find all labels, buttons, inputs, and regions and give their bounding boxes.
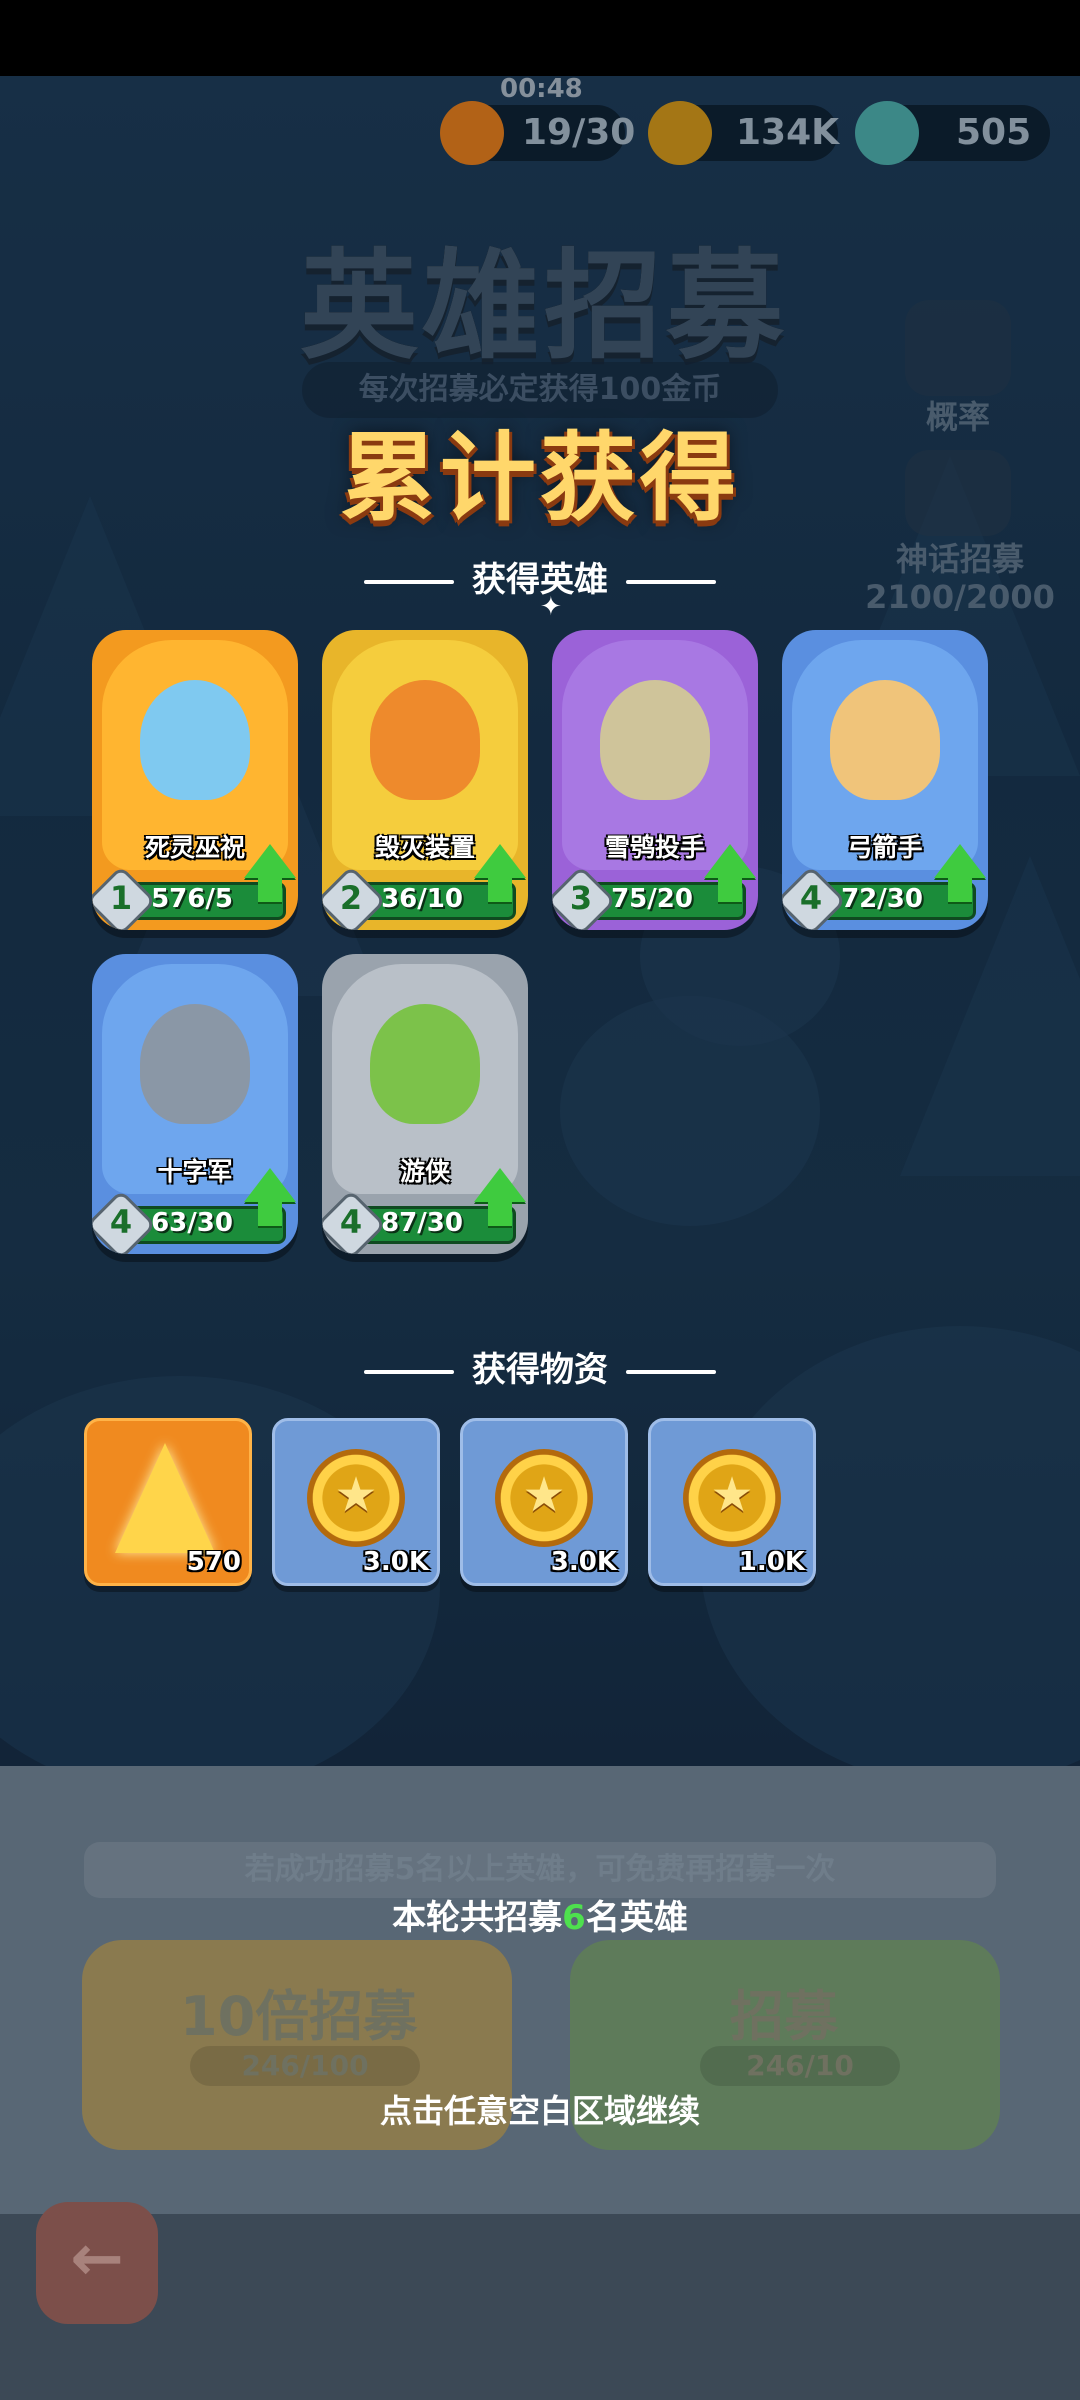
upgrade-arrow-stem xyxy=(488,1198,512,1226)
hero-level: 4 xyxy=(799,879,823,917)
hero-art xyxy=(370,1004,480,1124)
coin-star-icon: ★ xyxy=(334,1467,378,1523)
crystal-icon xyxy=(115,1443,215,1553)
upgrade-arrow-icon xyxy=(244,844,296,878)
item-count: 570 xyxy=(186,1547,241,1577)
hero-level: 4 xyxy=(109,1203,133,1241)
ten-recruit-cost: 246/100 xyxy=(190,2046,420,2086)
hero-level: 2 xyxy=(339,879,363,917)
item-card-gold-3[interactable]: ★ 1.0K xyxy=(648,1418,816,1586)
result-title: 累计获得 xyxy=(340,422,740,534)
hero-art xyxy=(830,680,940,800)
upgrade-arrow-stem xyxy=(488,874,512,902)
hero-card-ranger[interactable]: 游侠 87/30 4 xyxy=(322,954,528,1254)
summary-suffix: 名英雄 xyxy=(585,1898,688,1938)
hero-level: 4 xyxy=(339,1203,363,1241)
recruit-cost: 246/10 xyxy=(700,2046,900,2086)
hero-card-snow-owl[interactable]: 雪鸮投手 75/20 3 xyxy=(552,630,758,930)
item-card-gold-1[interactable]: ★ 3.0K xyxy=(272,1418,440,1586)
upgrade-arrow-stem xyxy=(258,874,282,902)
recruit-summary: 本轮共招募6名英雄 xyxy=(0,1890,1080,1939)
hero-art xyxy=(600,680,710,800)
upgrade-arrow-stem xyxy=(258,1198,282,1226)
hero-card-crusader[interactable]: 十字军 63/30 4 xyxy=(92,954,298,1254)
hero-card-necromancer[interactable]: 死灵巫祝 576/5 1 xyxy=(92,630,298,930)
recruit-label: 招募 xyxy=(730,1985,838,2048)
hero-art xyxy=(140,1004,250,1124)
hero-level: 1 xyxy=(109,879,133,917)
hero-level: 3 xyxy=(569,879,593,917)
hero-art xyxy=(370,680,480,800)
item-card-crystal[interactable]: 570 xyxy=(84,1418,252,1586)
coin-star-icon: ★ xyxy=(710,1467,754,1523)
status-bar xyxy=(0,0,1080,76)
hero-card-archer[interactable]: 弓箭手 72/30 4 xyxy=(782,630,988,930)
upgrade-arrow-icon xyxy=(244,1168,296,1202)
summary-prefix: 本轮共招募 xyxy=(392,1898,563,1938)
back-arrow-icon: ← xyxy=(70,2222,124,2296)
hero-art xyxy=(140,680,250,800)
upgrade-arrow-stem xyxy=(948,874,972,902)
upgrade-arrow-stem xyxy=(718,874,742,902)
summary-count: 6 xyxy=(562,1898,586,1938)
upgrade-arrow-icon xyxy=(704,844,756,878)
upgrade-arrow-icon xyxy=(474,1168,526,1202)
item-card-gold-2[interactable]: ★ 3.0K xyxy=(460,1418,628,1586)
item-count: 3.0K xyxy=(362,1547,429,1577)
ten-recruit-label: 10倍招募 xyxy=(180,1985,418,2048)
continue-hint: 点击任意空白区域继续 xyxy=(379,2092,700,2130)
upgrade-arrow-icon xyxy=(474,844,526,878)
items-section-header: 获得物资 xyxy=(0,1342,1080,1391)
bottom-nav-area xyxy=(0,2214,1080,2400)
sparkle-icon: ✦ xyxy=(540,592,562,622)
hero-card-destroyer[interactable]: 毁灭装置 36/10 2 xyxy=(322,630,528,930)
item-count: 3.0K xyxy=(550,1547,617,1577)
upgrade-arrow-icon xyxy=(934,844,986,878)
item-count: 1.0K xyxy=(738,1547,805,1577)
items-header-label: 获得物资 xyxy=(472,1350,608,1390)
coin-star-icon: ★ xyxy=(522,1467,566,1523)
